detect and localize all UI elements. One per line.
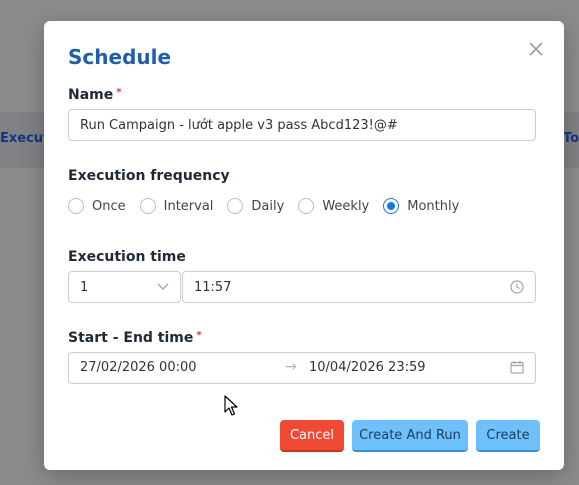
time-picker[interactable]: 11:57 [182, 271, 536, 303]
close-icon [529, 42, 543, 56]
create-and-run-button[interactable]: Create And Run [352, 420, 468, 452]
required-mark: * [116, 87, 122, 98]
name-label-text: Name [68, 87, 114, 103]
name-input[interactable] [68, 109, 536, 141]
frequency-option-monthly[interactable]: Monthly [383, 198, 459, 214]
range-label-text: Start - End time [68, 330, 194, 346]
frequency-option-weekly[interactable]: Weekly [298, 198, 369, 214]
radio-label: Monthly [407, 198, 460, 214]
execution-time-label: Execution time [68, 249, 186, 265]
frequency-label: Execution frequency [68, 168, 230, 184]
radio-label: Daily [251, 198, 285, 214]
clock-icon [510, 280, 524, 294]
range-label: Start - End time * [68, 330, 202, 346]
radio-label: Weekly [322, 198, 370, 214]
radio-circle[interactable] [383, 198, 400, 214]
frequency-option-once[interactable]: Once [68, 198, 126, 214]
radio-circle[interactable] [298, 198, 315, 214]
arrow-right-icon: → [285, 359, 297, 375]
mouse-cursor-icon [224, 395, 238, 416]
time-picker-value: 11:57 [194, 279, 232, 295]
frequency-option-interval[interactable]: Interval [139, 198, 214, 214]
name-label: Name * [68, 87, 121, 103]
radio-circle[interactable] [68, 198, 84, 214]
radio-label: Once [92, 198, 126, 214]
frequency-radio-group: Once Interval Daily Weekly Monthly [68, 196, 473, 216]
required-mark: * [196, 330, 202, 341]
range-start-input[interactable]: 27/02/2026 00:00 [80, 360, 197, 375]
frequency-option-daily[interactable]: Daily [227, 198, 284, 214]
day-select[interactable]: 1 [68, 271, 181, 303]
radio-circle[interactable] [139, 198, 156, 214]
date-range-picker[interactable]: 27/02/2026 00:00 → 10/04/2026 23:59 [68, 352, 536, 384]
cancel-button[interactable]: Cancel [280, 420, 344, 452]
radio-circle[interactable] [227, 198, 244, 214]
calendar-icon [510, 361, 524, 374]
day-select-value: 1 [80, 279, 89, 295]
radio-label: Interval [163, 198, 214, 214]
chevron-down-icon [157, 283, 169, 290]
schedule-dialog: Schedule Name* Execution frequency OnceI… [44, 21, 564, 470]
dialog-title: Schedule [68, 45, 172, 69]
create-button[interactable]: Create [476, 420, 540, 452]
range-end-input[interactable]: 10/04/2026 23:59 [309, 360, 426, 375]
close-button[interactable] [526, 39, 546, 59]
